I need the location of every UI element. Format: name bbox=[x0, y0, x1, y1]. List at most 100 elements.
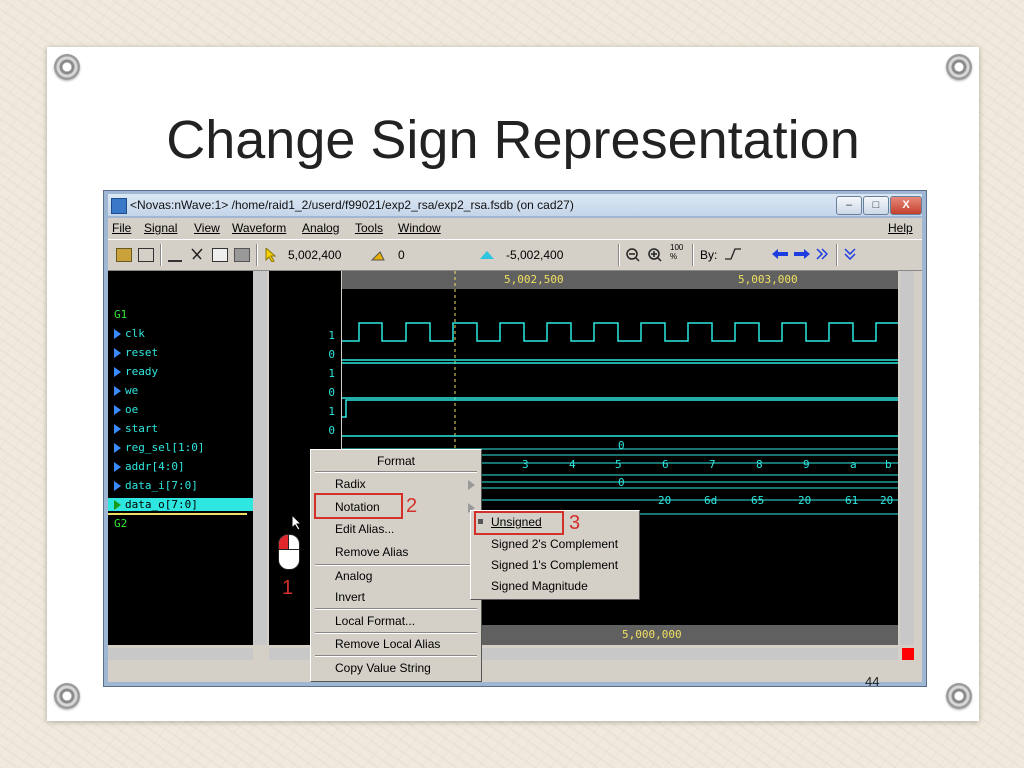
menu-item-remove-alias[interactable]: Remove Alias bbox=[335, 545, 408, 559]
cursor-icon[interactable] bbox=[264, 246, 278, 263]
copy-icon[interactable] bbox=[212, 248, 228, 262]
bus-value-addr: 4 bbox=[569, 458, 576, 471]
menu-tools[interactable]: Tools bbox=[355, 221, 383, 235]
chevron-right-icon[interactable] bbox=[816, 248, 830, 260]
step-2-label: 2 bbox=[406, 495, 418, 517]
submenu-item-signed-magnitude[interactable]: Signed Magnitude bbox=[491, 579, 588, 593]
bus-value-addr: 9 bbox=[803, 458, 810, 471]
mouse-left-click-icon bbox=[278, 534, 300, 570]
pin-icon bbox=[946, 54, 972, 80]
bus-value-addr: 6 bbox=[662, 458, 669, 471]
menu-item-edit-alias[interactable]: Edit Alias... bbox=[335, 522, 394, 536]
menubar: File Signal View Waveform Analog Tools W… bbox=[108, 218, 922, 238]
menu-analog[interactable]: Analog bbox=[302, 221, 339, 235]
signal-reset[interactable]: reset bbox=[114, 346, 158, 359]
zoom-fit-button[interactable]: 100 % bbox=[670, 243, 683, 261]
undo-icon[interactable] bbox=[168, 248, 182, 262]
menu-help[interactable]: Help bbox=[888, 221, 913, 235]
search-forward-icon[interactable] bbox=[794, 248, 810, 260]
signal-scrollbar[interactable] bbox=[253, 271, 267, 645]
group-g2[interactable]: G2 bbox=[114, 517, 127, 530]
chevron-down-icon[interactable] bbox=[844, 248, 858, 261]
marker-time[interactable]: -5,002,400 bbox=[506, 248, 563, 262]
nwave-window: <Novas:nWave:1> /home/raid1_2/userd/f990… bbox=[103, 190, 927, 687]
signal-oe[interactable]: oe bbox=[114, 403, 138, 416]
context-menu-header: Format bbox=[376, 454, 415, 468]
minimize-button[interactable]: – bbox=[836, 196, 862, 215]
open-icon[interactable] bbox=[116, 248, 132, 262]
maximize-button[interactable]: □ bbox=[863, 196, 889, 215]
connect-icon[interactable] bbox=[138, 248, 154, 262]
value-reset: 0 bbox=[328, 348, 335, 361]
toolbar: 5,002,400 0 -5,002,400 100 % By: bbox=[108, 239, 922, 271]
search-backward-icon[interactable] bbox=[772, 248, 788, 260]
window-title: <Novas:nWave:1> /home/raid1_2/userd/f990… bbox=[130, 198, 574, 212]
signal-data-o[interactable]: data_o[7:0] bbox=[108, 498, 253, 511]
bus-value-addr: b bbox=[885, 458, 892, 471]
step-1-label: 1 bbox=[282, 577, 294, 599]
zoom-in-icon[interactable] bbox=[648, 248, 662, 262]
menu-window[interactable]: Window bbox=[398, 221, 441, 235]
window-titlebar[interactable]: <Novas:nWave:1> /home/raid1_2/userd/f990… bbox=[108, 194, 922, 216]
edge-icon[interactable] bbox=[724, 248, 741, 260]
menu-item-remove-local-alias[interactable]: Remove Local Alias bbox=[335, 637, 440, 651]
bus-value-addr: 5 bbox=[615, 458, 622, 471]
menu-signal[interactable]: Signal bbox=[144, 221, 177, 235]
signal-hscrollbar[interactable] bbox=[108, 648, 253, 660]
slide: Change Sign Representation <Novas:nWave:… bbox=[47, 47, 979, 721]
signal-clk[interactable]: clk bbox=[114, 327, 145, 340]
delta-icon[interactable] bbox=[370, 248, 385, 261]
zoom-out-icon[interactable] bbox=[626, 248, 640, 262]
paste-icon[interactable] bbox=[234, 248, 250, 262]
menu-item-copy-value-string[interactable]: Copy Value String bbox=[335, 661, 431, 675]
signal-data-i[interactable]: data_i[7:0] bbox=[114, 479, 198, 492]
slide-title: Change Sign Representation bbox=[166, 110, 860, 170]
cursor-time: 5,002,400 bbox=[288, 248, 342, 262]
menu-item-radix[interactable]: Radix bbox=[335, 477, 366, 491]
status-indicator bbox=[902, 648, 914, 660]
cut-icon[interactable] bbox=[190, 248, 204, 260]
bus-value-data-i: 0 bbox=[618, 476, 625, 489]
highlight-box-unsigned bbox=[474, 511, 564, 535]
bus-value-addr: 7 bbox=[709, 458, 716, 471]
value-clk: 1 bbox=[328, 329, 335, 342]
pointer-icon bbox=[291, 513, 303, 536]
submenu-item-signed-1s[interactable]: Signed 1's Complement bbox=[491, 558, 618, 572]
bus-value-data-o: 61 bbox=[845, 494, 859, 507]
menu-item-local-format[interactable]: Local Format... bbox=[335, 614, 415, 628]
bottom-ruler-label: 5,000,000 bbox=[622, 628, 682, 641]
marker-icon[interactable] bbox=[480, 248, 494, 260]
submenu-item-signed-2s[interactable]: Signed 2's Complement bbox=[491, 537, 618, 551]
pin-icon bbox=[54, 683, 80, 709]
value-we: 0 bbox=[328, 386, 335, 399]
signal-we[interactable]: we bbox=[114, 384, 138, 397]
delta-value: 0 bbox=[398, 248, 405, 262]
bus-value-addr: 8 bbox=[756, 458, 763, 471]
waveform-scrollbar[interactable] bbox=[900, 271, 914, 645]
value-oe: 1 bbox=[328, 405, 335, 418]
step-3-label: 3 bbox=[569, 512, 581, 534]
menu-item-analog[interactable]: Analog bbox=[335, 569, 372, 583]
signal-addr[interactable]: addr[4:0] bbox=[114, 460, 185, 473]
menu-view[interactable]: View bbox=[194, 221, 220, 235]
bus-value-addr: 3 bbox=[522, 458, 529, 471]
page-number: 44 bbox=[865, 674, 880, 689]
signal-reg-sel[interactable]: reg_sel[1:0] bbox=[114, 441, 204, 454]
bus-value-data-o: 6d bbox=[704, 494, 718, 507]
bus-value-addr: a bbox=[850, 458, 857, 471]
menu-waveform[interactable]: Waveform bbox=[232, 221, 286, 235]
value-ready: 1 bbox=[328, 367, 335, 380]
by-label: By: bbox=[700, 248, 718, 262]
signal-start[interactable]: start bbox=[114, 422, 158, 435]
bus-value-data-o: 20 bbox=[798, 494, 812, 507]
menu-file[interactable]: File bbox=[112, 221, 131, 235]
context-menu: Format Radix Notation Edit Alias... Remo… bbox=[310, 449, 482, 682]
menu-item-invert[interactable]: Invert bbox=[335, 590, 365, 604]
signal-ready[interactable]: ready bbox=[114, 365, 158, 378]
group-g1[interactable]: G1 bbox=[114, 308, 127, 321]
highlight-box-notation bbox=[314, 493, 403, 519]
close-button[interactable]: X bbox=[890, 196, 922, 215]
window-client: File Signal View Waveform Analog Tools W… bbox=[108, 218, 922, 682]
bus-value-reg-sel: 0 bbox=[618, 439, 625, 452]
value-start: 0 bbox=[328, 424, 335, 437]
